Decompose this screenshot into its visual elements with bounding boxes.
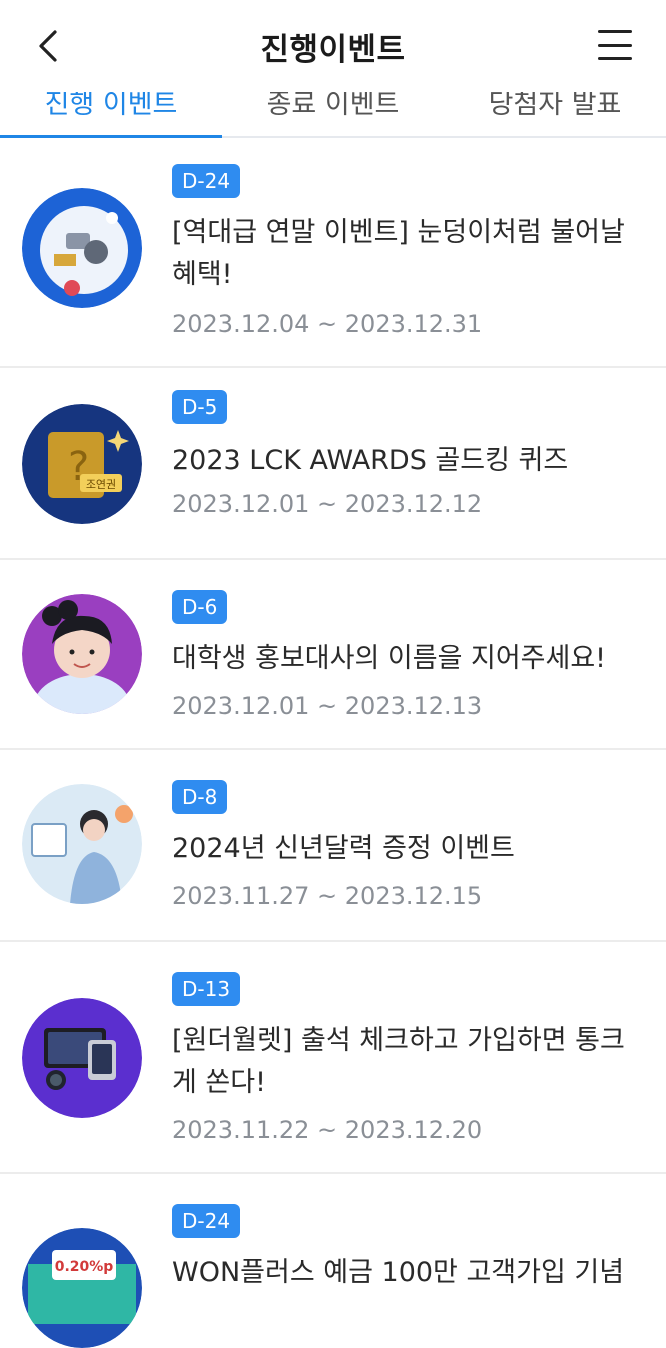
event-period: 2023.12.01 ~ 2023.12.13 [172,692,483,720]
snowball-gift-icon [22,188,142,308]
menu-button[interactable] [598,30,632,60]
event-item[interactable]: D-6 대학생 홍보대사의 이름을 지어주세요! 2023.12.01 ~ 20… [0,560,666,750]
hamburger-icon-line [598,43,632,47]
rate-badge: 0.20%p [55,1259,114,1275]
event-thumbnail: ? 조연권 [22,404,142,524]
calendar-model-icon [22,784,142,904]
devices-prize-icon [22,998,142,1118]
hamburger-icon-line [598,57,632,60]
event-title: 2023 LCK AWARDS 골드킹 퀴즈 [172,445,569,476]
event-thumbnail [22,998,142,1118]
dday-badge: D-8 [172,780,228,814]
event-period: 2023.11.27 ~ 2023.12.15 [172,882,483,910]
event-item[interactable]: D-8 2024년 신년달력 증정 이벤트 2023.11.27 ~ 2023.… [0,750,666,942]
event-thumbnail [22,594,142,714]
event-thumbnail [22,784,142,904]
event-title: [원더월렛] 출석 체크하고 가입하면 통크게 쏜다! [172,1025,625,1098]
event-title: 2024년 신년달력 증정 이벤트 [172,833,515,864]
event-title: WON플러스 예금 100만 고객가입 기념 [172,1257,625,1288]
deposit-promo-icon: 0.20%p [22,1228,142,1348]
event-item[interactable]: D-24 [역대급 연말 이벤트] 눈덩이처럼 불어날 혜택! 2023.12.… [0,138,666,368]
event-item[interactable]: 0.20%p D-24 WON플러스 예금 100만 고객가입 기념 [0,1174,666,1348]
back-button[interactable] [30,26,66,66]
event-list: D-24 [역대급 연말 이벤트] 눈덩이처럼 불어날 혜택! 2023.12.… [0,138,666,1348]
event-period: 2023.11.22 ~ 2023.12.20 [172,1116,483,1144]
event-title: [역대급 연말 이벤트] 눈덩이처럼 불어날 혜택! [172,217,625,290]
hamburger-icon-line [598,30,632,33]
chevron-left-icon [39,30,57,62]
event-item[interactable]: D-13 [원더월렛] 출석 체크하고 가입하면 통크게 쏜다! 2023.11… [0,942,666,1174]
event-item[interactable]: ? 조연권 D-5 2023 LCK AWARDS 골드킹 퀴즈 2023.12… [0,368,666,560]
dday-badge: D-6 [172,590,228,624]
gold-card-icon: ? 조연권 [22,404,142,524]
event-title: 대학생 홍보대사의 이름을 지어주세요! [172,643,607,674]
event-thumbnail [22,188,142,308]
dday-badge: D-13 [172,972,241,1006]
page-title: 진행이벤트 [260,31,406,68]
ambassador-avatar-icon [22,594,142,714]
event-period: 2023.12.04 ~ 2023.12.31 [172,310,483,338]
app-header: 진행이벤트 [0,0,666,92]
ticket-label: 조연권 [86,478,116,491]
dday-badge: D-24 [172,164,241,198]
event-period: 2023.12.01 ~ 2023.12.12 [172,490,483,518]
dday-badge: D-5 [172,390,228,424]
dday-badge: D-24 [172,1204,241,1238]
event-thumbnail: 0.20%p [22,1228,142,1348]
